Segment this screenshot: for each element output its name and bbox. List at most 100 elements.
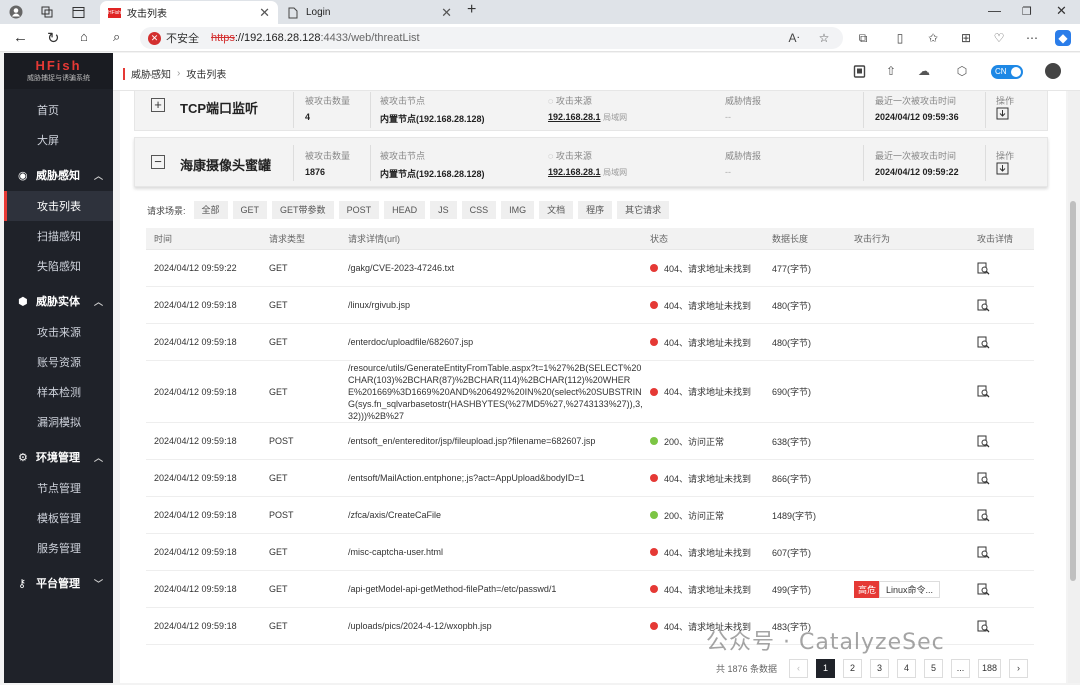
source-ip-link[interactable]: 192.168.28.1 (548, 167, 601, 177)
prev-page-icon[interactable]: ‹ (789, 659, 809, 678)
more-menu-icon[interactable]: ⋯ (1024, 30, 1040, 46)
detail-search-icon[interactable] (977, 546, 990, 558)
next-page-icon[interactable]: › (1009, 659, 1029, 678)
table-row[interactable]: 2024/04/12 09:59:18 GET/linux/rgivub.jsp 4… (146, 287, 1034, 324)
source-ip-link[interactable]: 192.168.28.1 (548, 112, 601, 122)
home-icon[interactable]: ⌂ (80, 29, 88, 44)
copilot-icon[interactable]: ◆ (1055, 30, 1071, 46)
filter-chip-img[interactable]: IMG (501, 201, 535, 219)
collections-icon[interactable]: ⊞ (958, 30, 974, 46)
filter-chip-post[interactable]: POST (338, 201, 380, 219)
detail-search-icon[interactable] (977, 299, 990, 311)
page-1[interactable]: 1 (816, 659, 836, 678)
sidebar-item-attack-list[interactable]: 攻击列表 (4, 191, 113, 221)
table-row[interactable]: 2024/04/12 09:59:18 GET/entsoft/MailActio… (146, 460, 1034, 497)
close-tab-icon[interactable]: ✕ (441, 5, 452, 21)
sidebar-item-template-management[interactable]: 模板管理 (4, 503, 113, 533)
sidebar-group-threat-entity[interactable]: ⬢ 威胁实体 ︿ (4, 285, 113, 317)
filter-chip-get[interactable]: GET (232, 201, 268, 219)
detail-search-icon[interactable] (977, 336, 990, 348)
filter-chip-css[interactable]: CSS (461, 201, 497, 219)
split-screen-icon[interactable]: ▯ (892, 30, 908, 46)
sidebar-item-compromise-awareness[interactable]: 失陷感知 (4, 251, 113, 281)
language-toggle[interactable]: CN (991, 65, 1023, 79)
page-4[interactable]: 4 (897, 659, 917, 678)
page-2[interactable]: 2 (843, 659, 863, 678)
detail-search-icon[interactable] (977, 262, 990, 274)
detail-search-icon[interactable] (977, 583, 990, 595)
page-3[interactable]: 3 (870, 659, 890, 678)
detail-search-icon[interactable] (977, 385, 990, 398)
sidebar-item-scan-awareness[interactable]: 扫描感知 (4, 221, 113, 251)
behavior-tag[interactable]: Linux命令... (879, 580, 941, 598)
workspaces-icon[interactable] (36, 1, 58, 23)
extensions-icon[interactable]: ⧉ (855, 30, 871, 46)
shield-settings-icon[interactable]: ⬡ (954, 63, 970, 79)
table-row[interactable]: 2024/04/12 09:59:18 GET/api-getModel-api-… (146, 571, 1034, 608)
close-window-icon[interactable]: ✕ (1056, 3, 1067, 19)
filter-chip-docs[interactable]: 文档 (539, 201, 574, 219)
avatar[interactable] (1045, 63, 1061, 79)
field-value: -- (725, 112, 731, 122)
sidebar-item-attack-source[interactable]: 攻击来源 (4, 317, 113, 347)
profile-icon[interactable] (5, 1, 27, 23)
not-secure-label: 不安全 (166, 33, 199, 45)
table-row[interactable]: 2024/04/12 09:59:22 GET/gakg/CVE-2023-472… (146, 250, 1034, 287)
sidebar-group-threat-awareness[interactable]: ◉ 威胁感知 ︿ (4, 159, 113, 191)
table-row[interactable]: 2024/04/12 09:59:18 GET/resource/utils/Ge… (146, 361, 1034, 423)
performance-icon[interactable]: ♡ (991, 30, 1007, 46)
favorites-icon[interactable]: ✩ (925, 30, 941, 46)
sidebar-item-service-management[interactable]: 服务管理 (4, 533, 113, 563)
sidebar-item-node-management[interactable]: 节点管理 (4, 473, 113, 503)
new-tab-button[interactable]: + (467, 1, 476, 19)
favorite-star-icon[interactable]: ☆ (816, 30, 832, 46)
back-icon[interactable]: ← (13, 29, 28, 46)
sidebar-group-env-management[interactable]: ⚙ 环境管理 ︿ (4, 441, 113, 473)
logo[interactable]: HFish 威胁捕捉与诱骗系统 (4, 53, 113, 89)
sidebar-item-vuln-simulation[interactable]: 漏洞模拟 (4, 407, 113, 437)
filter-chip-all[interactable]: 全部 (193, 201, 228, 219)
page-scrollbar[interactable] (1068, 91, 1080, 683)
rocket-icon[interactable]: ⇧ (883, 63, 899, 79)
filter-chip-other[interactable]: 其它请求 (617, 201, 670, 219)
read-aloud-icon[interactable]: Aᐧ (786, 30, 802, 46)
url-field[interactable]: ✕ 不安全 https ://192.168.28.128 :4433/web/… (140, 27, 843, 49)
sidebar-item-account-resource[interactable]: 账号资源 (4, 347, 113, 377)
download-icon[interactable] (996, 107, 1014, 120)
minimize-icon[interactable]: — (988, 3, 1001, 18)
sidebar-group-platform-management[interactable]: ⚷ 平台管理 ﹀ (4, 567, 113, 599)
table-row[interactable]: 2024/04/12 09:59:18 POST/zfca/axis/Create… (146, 497, 1034, 534)
tab-login[interactable]: Login ✕ (280, 1, 460, 24)
close-tab-icon[interactable]: ✕ (259, 5, 270, 21)
table-row[interactable]: 2024/04/12 09:59:18 GET/enterdoc/uploadfi… (146, 324, 1034, 361)
restore-icon[interactable]: ❐ (1022, 5, 1032, 18)
sidebar-item-home[interactable]: 首页 (4, 95, 113, 125)
page-ellipsis[interactable]: ... (951, 659, 971, 678)
detail-search-icon[interactable] (977, 620, 990, 632)
wechat-icon[interactable]: ☁ (916, 63, 932, 79)
table-row[interactable]: 2024/04/12 09:59:18 POST/entsoft_en/enter… (146, 423, 1034, 460)
page-last[interactable]: 188 (978, 659, 1002, 678)
filter-chip-programs[interactable]: 程序 (578, 201, 613, 219)
detail-search-icon[interactable] (977, 435, 990, 447)
detail-search-icon[interactable] (977, 472, 990, 484)
search-icon[interactable]: ⌕ (113, 29, 120, 45)
expand-toggle[interactable]: + (151, 98, 165, 112)
scrollbar-thumb[interactable] (1070, 201, 1076, 581)
filter-chip-js[interactable]: JS (430, 201, 457, 219)
cell-status: 404、请求地址未找到 (650, 262, 772, 275)
table-row[interactable]: 2024/04/12 09:59:18 GET/misc-captcha-user… (146, 534, 1034, 571)
book-icon[interactable] (851, 63, 867, 79)
breadcrumb-item[interactable]: 威胁感知 (131, 66, 171, 81)
filter-chip-get-params[interactable]: GET带参数 (272, 201, 334, 219)
collapse-toggle[interactable]: − (151, 155, 165, 169)
detail-search-icon[interactable] (977, 509, 990, 521)
page-5[interactable]: 5 (924, 659, 944, 678)
sidebar-item-bigscreen[interactable]: 大屏 (4, 125, 113, 155)
vertical-tabs-icon[interactable] (67, 1, 89, 23)
filter-chip-head[interactable]: HEAD (384, 201, 426, 219)
reload-icon[interactable]: ↻ (47, 29, 60, 47)
sidebar-item-sample-detection[interactable]: 样本检测 (4, 377, 113, 407)
tab-threat-list[interactable]: HFish 攻击列表 ✕ (100, 1, 278, 24)
download-icon[interactable] (996, 162, 1014, 175)
